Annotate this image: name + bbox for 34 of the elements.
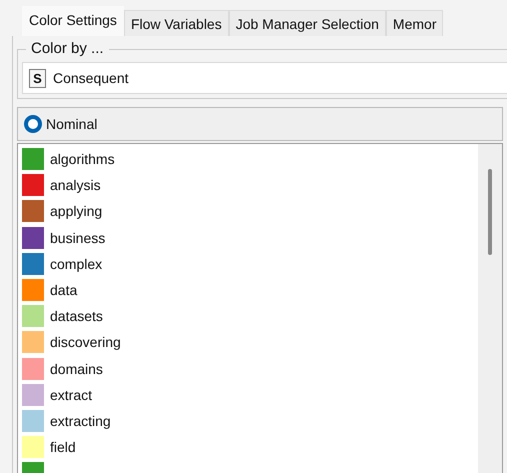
group-title: Color by ... xyxy=(26,40,109,57)
color-swatch[interactable] xyxy=(22,252,44,275)
value-label[interactable]: complex xyxy=(50,256,102,272)
tab[interactable]: Job Manager Selection xyxy=(228,10,386,36)
tab[interactable]: Color Settings xyxy=(22,6,124,36)
color-swatch[interactable] xyxy=(22,436,44,458)
color-swatch[interactable] xyxy=(22,384,44,406)
color-swatch[interactable] xyxy=(22,279,44,302)
color-swatch[interactable] xyxy=(22,226,44,249)
value-label[interactable]: extracting xyxy=(50,412,111,429)
value-label[interactable]: business xyxy=(50,230,106,246)
string-type-icon: S xyxy=(29,68,46,88)
value-label[interactable]: datasets xyxy=(50,308,103,324)
color-swatch[interactable] xyxy=(22,148,44,170)
value-label[interactable]: field xyxy=(50,439,76,456)
color-swatch[interactable] xyxy=(22,200,44,222)
value-label[interactable]: data xyxy=(50,282,78,298)
tab[interactable]: Flow Variables xyxy=(124,10,229,36)
value-label[interactable]: applying xyxy=(50,203,102,220)
color-swatch[interactable] xyxy=(22,174,44,196)
value-label[interactable]: analysis xyxy=(50,177,101,194)
scrollbar[interactable] xyxy=(478,144,502,473)
color-swatch[interactable] xyxy=(22,410,44,432)
color-swatch[interactable] xyxy=(22,331,44,354)
value-label[interactable]: algorithms xyxy=(50,151,115,168)
tab[interactable]: Memor xyxy=(386,10,444,36)
value-label[interactable]: domains xyxy=(50,360,103,377)
color-swatch[interactable] xyxy=(22,358,44,380)
color-swatch[interactable] xyxy=(22,305,44,328)
value-label[interactable]: discovering xyxy=(50,334,121,350)
value-label[interactable]: extract xyxy=(50,386,92,403)
scrollbar-thumb[interactable] xyxy=(488,169,492,255)
column-select[interactable]: S Consequent xyxy=(22,62,507,94)
nominal-radio[interactable]: Nominal xyxy=(24,115,98,133)
